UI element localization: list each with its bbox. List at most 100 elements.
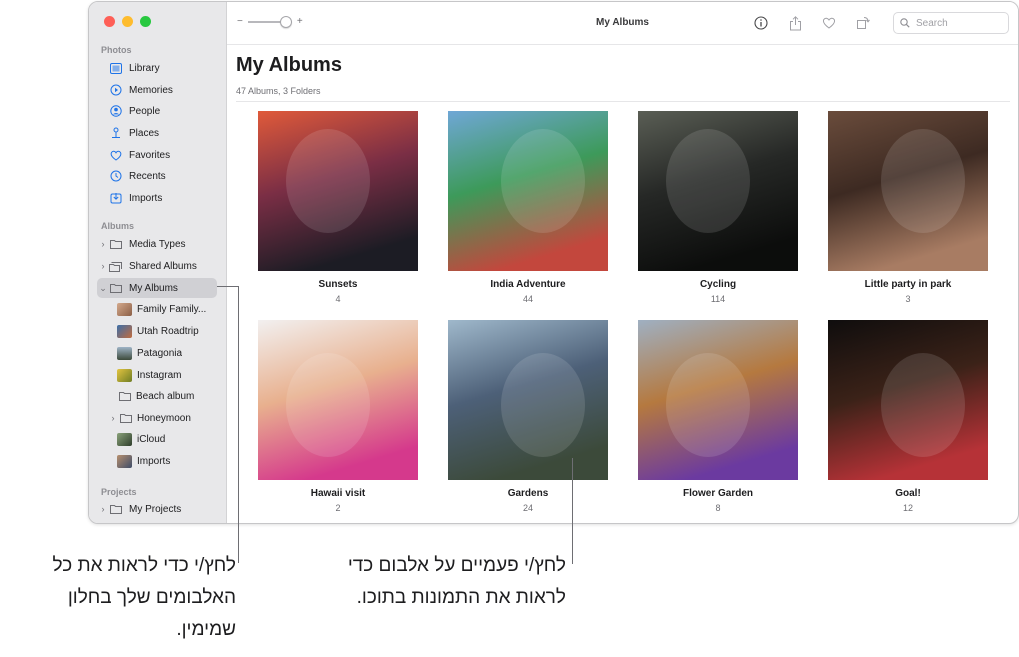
sidebar-item-label: Media Types — [129, 238, 186, 250]
sidebar-folder-honeymoon[interactable]: › Honeymoon — [97, 408, 217, 428]
person-icon — [109, 105, 122, 118]
album-cover — [638, 320, 798, 480]
sidebar-item-my-albums[interactable]: ⌄ My Albums — [97, 278, 217, 298]
heart-icon — [109, 149, 122, 162]
search-input[interactable] — [914, 16, 1004, 30]
sidebar-item-media-types[interactable]: › Media Types — [97, 234, 217, 254]
zoom-slider-knob[interactable] — [280, 15, 293, 28]
chevron-right-icon[interactable]: › — [99, 504, 107, 514]
sidebar-album-icloud[interactable]: iCloud — [97, 429, 217, 449]
heart-icon[interactable] — [819, 13, 839, 33]
album-tile-sunsets[interactable]: Sunsets 4 — [258, 111, 418, 304]
sidebar-item-my-projects[interactable]: › My Projects — [97, 499, 217, 519]
album-tile-gardens[interactable]: Gardens 24 — [448, 320, 608, 513]
search-icon — [900, 18, 910, 28]
rotate-icon[interactable] — [853, 13, 873, 33]
sidebar-item-places[interactable]: Places — [97, 123, 217, 143]
sidebar-item-label: My Projects — [129, 503, 182, 515]
folder-icon — [109, 282, 122, 295]
album-cover — [828, 111, 988, 271]
album-count: 12 — [902, 503, 913, 513]
album-count: 114 — [710, 294, 726, 304]
toolbar: − + My Albums — [227, 2, 1018, 45]
sidebar-album-imports[interactable]: Imports — [97, 451, 217, 471]
chevron-right-icon[interactable]: › — [99, 261, 107, 271]
page-title: My Albums — [236, 54, 342, 76]
album-tile-little-party-in-park[interactable]: Little party in park 3 — [828, 111, 988, 304]
sidebar-album-instagram[interactable]: Instagram — [97, 365, 217, 385]
album-count: 24 — [522, 503, 533, 513]
album-thumbnail — [117, 346, 132, 360]
library-icon — [109, 62, 122, 75]
sidebar-item-label: Imports — [137, 455, 171, 467]
zoom-window-button[interactable] — [140, 16, 151, 27]
zoom-out-label[interactable]: − — [237, 16, 243, 27]
album-name: Sunsets — [318, 279, 358, 290]
clock-icon — [109, 170, 122, 183]
album-tile-hawaii-visit[interactable]: Hawaii visit 2 — [258, 320, 418, 513]
album-tile-goal[interactable]: Goal! 12 — [828, 320, 988, 513]
chevron-right-icon[interactable]: › — [99, 239, 107, 249]
sidebar-item-label: Favorites — [129, 149, 171, 161]
divider — [236, 101, 1010, 102]
album-name: Goal! — [895, 488, 921, 499]
sidebar-item-imports[interactable]: Imports — [97, 188, 217, 208]
sidebar-item-shared-albums[interactable]: › Shared Albums — [97, 256, 217, 276]
sidebar-album-utah-roadtrip[interactable]: Utah Roadtrip — [97, 321, 217, 341]
chevron-right-icon[interactable]: › — [109, 413, 117, 423]
sidebar-item-memories[interactable]: Memories — [97, 80, 217, 100]
sidebar-item-people[interactable]: People — [97, 101, 217, 121]
album-thumbnail — [117, 368, 132, 382]
sidebar-item-label: iCloud — [137, 433, 166, 445]
sidebar-item-library[interactable]: Library — [97, 58, 217, 78]
callout-line-left-horizontal — [217, 286, 239, 287]
album-count: 3 — [905, 294, 911, 304]
sidebar-album-patagonia[interactable]: Patagonia — [97, 343, 217, 363]
photos-window: Photos Library Memories People Places Fa… — [88, 1, 1019, 524]
import-icon — [109, 192, 122, 205]
sidebar-item-label: Utah Roadtrip — [137, 325, 199, 337]
album-count: 8 — [715, 503, 721, 513]
minimize-window-button[interactable] — [122, 16, 133, 27]
zoom-in-label[interactable]: + — [297, 16, 303, 27]
sidebar-section-projects: Projects — [101, 487, 137, 497]
sidebar-item-label: People — [129, 105, 161, 117]
album-count: 4 — [335, 294, 341, 304]
folder-icon — [118, 390, 131, 403]
album-count: 2 — [335, 503, 341, 513]
album-thumbnail — [117, 324, 132, 338]
search-field[interactable] — [893, 12, 1009, 34]
album-tile-india-adventure[interactable]: India Adventure 44 — [448, 111, 608, 304]
close-window-button[interactable] — [104, 16, 115, 27]
sidebar-album-beach[interactable]: Beach album — [97, 386, 217, 406]
sidebar-item-label: Family Family... — [137, 303, 207, 315]
sidebar-item-label: Imports — [129, 192, 163, 204]
album-grid-view: My Albums 47 Albums, 3 Folders Sunsets 4… — [227, 45, 1018, 523]
callout-text-sidebar: לחץ/י כדי לראות את כל האלבומים שלך בחלון… — [52, 555, 236, 640]
sidebar-section-photos: Photos — [101, 45, 132, 55]
share-icon[interactable] — [785, 13, 805, 33]
album-summary: 47 Albums, 3 Folders — [236, 86, 321, 96]
folder-icon — [109, 238, 122, 251]
sidebar-item-label: Instagram — [137, 369, 182, 381]
album-tile-flower-garden[interactable]: Flower Garden 8 — [638, 320, 798, 513]
chevron-down-icon[interactable]: ⌄ — [99, 283, 107, 294]
info-icon[interactable] — [751, 13, 771, 33]
sidebar-section-albums: Albums — [101, 221, 135, 231]
album-cover — [258, 320, 418, 480]
album-cover — [638, 111, 798, 271]
sidebar-item-label: Places — [129, 127, 160, 139]
album-tile-cycling[interactable]: Cycling 114 — [638, 111, 798, 304]
album-name: Little party in park — [864, 279, 952, 290]
album-name: India Adventure — [490, 279, 566, 290]
zoom-slider[interactable] — [247, 15, 293, 28]
album-name: Hawaii visit — [310, 488, 366, 499]
sidebar-item-label: Patagonia — [137, 347, 183, 359]
sidebar-item-favorites[interactable]: Favorites — [97, 145, 217, 165]
sidebar-album-family[interactable]: Family Family... — [97, 299, 217, 319]
memories-icon — [109, 84, 122, 97]
album-thumbnail — [117, 432, 132, 446]
sidebar-item-recents[interactable]: Recents — [97, 166, 217, 186]
album-count: 44 — [522, 294, 533, 304]
album-name: Flower Garden — [682, 488, 753, 499]
